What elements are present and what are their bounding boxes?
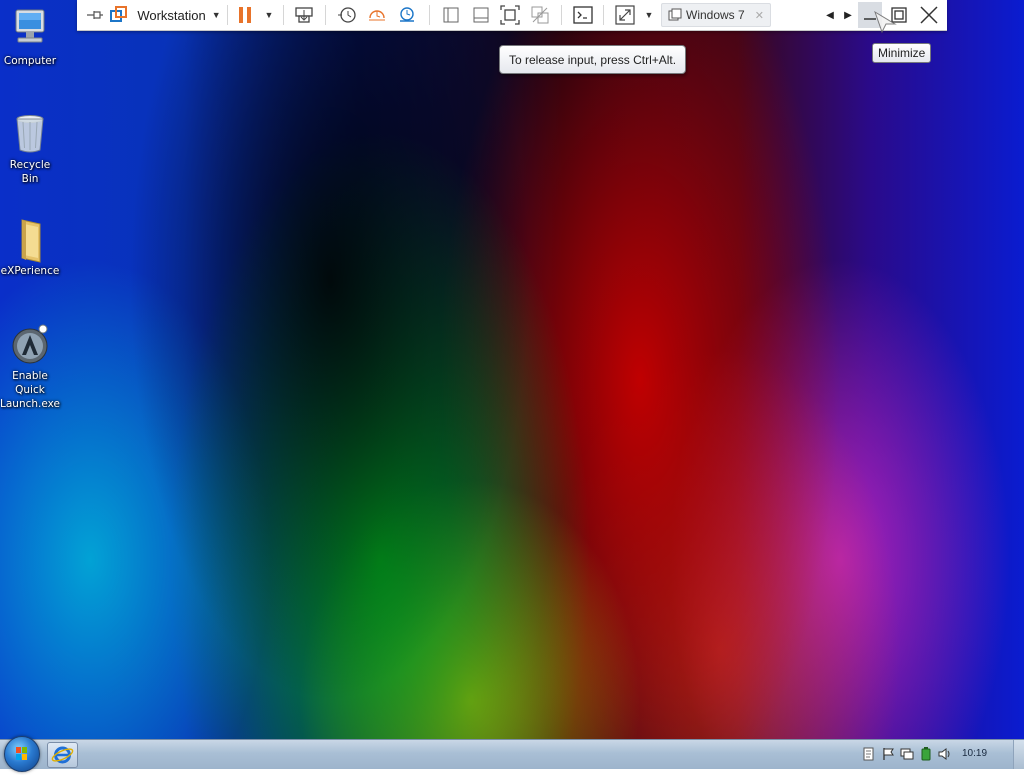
toolbar-divider [283, 5, 284, 25]
chevron-left-icon: ◀ [826, 9, 834, 21]
vmware-logo-icon [107, 2, 131, 28]
close-tab-icon[interactable]: ✕ [755, 9, 764, 22]
show-library-button[interactable] [439, 2, 463, 28]
flag-icon[interactable] [881, 747, 895, 761]
pin-icon[interactable] [83, 2, 107, 28]
pause-button[interactable] [233, 2, 257, 28]
chevron-right-icon: ▶ [844, 9, 852, 21]
taskbar-internet-explorer-button[interactable] [47, 742, 78, 768]
previous-tab-button[interactable]: ◀ [823, 2, 837, 28]
terminal-icon [573, 6, 593, 24]
power-dropdown-button[interactable]: ▼ [257, 2, 281, 28]
volume-icon[interactable] [938, 747, 952, 761]
desktop-icon-recycle-bin[interactable]: Recycle Bin [0, 112, 60, 186]
console-button[interactable] [571, 2, 595, 28]
taskbar: 10:19 [0, 736, 1024, 772]
internet-explorer-icon [51, 746, 74, 764]
desktop-icon-label: Recycle Bin [9, 159, 51, 185]
vm-tab[interactable]: Windows 7 ✕ [661, 3, 771, 27]
desktop-wallpaper: Computer Recycle Bin eXPerience Enable Q… [0, 0, 1024, 768]
send-keys-icon [295, 7, 313, 23]
folder-icon [10, 218, 50, 263]
release-input-tooltip: To release input, press Ctrl+Alt. [499, 45, 687, 74]
taskbar-clock[interactable]: 10:19 [962, 748, 987, 759]
vmware-toolbar: Workstation ▼ ▼ ▼ Windows 7 ✕ ◀ ▶ [77, 0, 947, 31]
toolbar-divider [561, 5, 562, 25]
snapshot-manager-icon [400, 7, 414, 22]
desktop-icon-label: eXPerience [0, 265, 60, 277]
toolbar-divider [227, 5, 228, 25]
toolbar-divider [429, 5, 430, 25]
recycle-bin-icon [10, 112, 50, 154]
tooltip-text: Minimize [878, 46, 926, 60]
full-screen-button[interactable] [498, 2, 522, 28]
console-view-icon [443, 7, 459, 23]
tooltip-text: To release input, press Ctrl+Alt. [509, 52, 677, 67]
chevron-down-icon: ▼ [644, 10, 654, 20]
battery-icon[interactable] [919, 747, 933, 761]
show-desktop-button[interactable] [1013, 740, 1024, 769]
desktop-icon-label: Computer [3, 55, 57, 67]
action-center-icon[interactable] [862, 747, 876, 761]
send-ctrl-alt-del-button[interactable] [292, 2, 316, 28]
vm-tab-label: Windows 7 [686, 8, 745, 22]
stretch-icon [615, 5, 635, 25]
unity-button[interactable] [528, 2, 552, 28]
take-snapshot-button[interactable] [335, 2, 359, 28]
pause-icon [239, 7, 251, 23]
close-button[interactable] [917, 2, 941, 28]
thumbnail-bar-button[interactable] [469, 2, 493, 28]
full-screen-icon [500, 5, 520, 25]
chevron-down-icon: ▼ [264, 10, 274, 20]
revert-snapshot-icon [369, 10, 385, 21]
next-tab-button[interactable]: ▶ [841, 2, 855, 28]
app-launch-icon [10, 323, 50, 365]
chevron-down-icon: ▼ [211, 10, 221, 20]
unity-icon [531, 6, 549, 24]
system-tray [850, 740, 1024, 769]
desktop-icon-experience[interactable]: eXPerience [0, 218, 60, 278]
network-icon[interactable] [900, 747, 914, 761]
toolbar-divider [325, 5, 326, 25]
mouse-cursor-icon [874, 10, 897, 34]
minimize-tooltip: Minimize [872, 43, 932, 63]
workstation-menu-button[interactable]: Workstation ▼ [135, 2, 223, 28]
workstation-menu-label: Workstation [137, 7, 206, 23]
windows-logo-icon [16, 747, 27, 760]
start-button[interactable] [4, 736, 40, 772]
thumbnail-view-icon [473, 7, 489, 23]
desktop-icon-computer[interactable]: Computer [0, 8, 60, 68]
desktop-icon-enable-quick-launch[interactable]: Enable Quick Launch.exe [0, 323, 60, 411]
desktop-icon-label: Enable Quick Launch.exe [0, 370, 60, 410]
computer-icon [10, 8, 50, 50]
revert-snapshot-button[interactable] [365, 2, 389, 28]
stretch-dropdown-button[interactable]: ▼ [637, 2, 661, 28]
close-icon [920, 6, 938, 24]
stretch-guest-button[interactable] [613, 2, 637, 28]
vm-tab-icon [668, 8, 682, 21]
snapshot-icon [338, 7, 356, 23]
toolbar-divider [603, 5, 604, 25]
snapshot-manager-button[interactable] [395, 2, 419, 28]
